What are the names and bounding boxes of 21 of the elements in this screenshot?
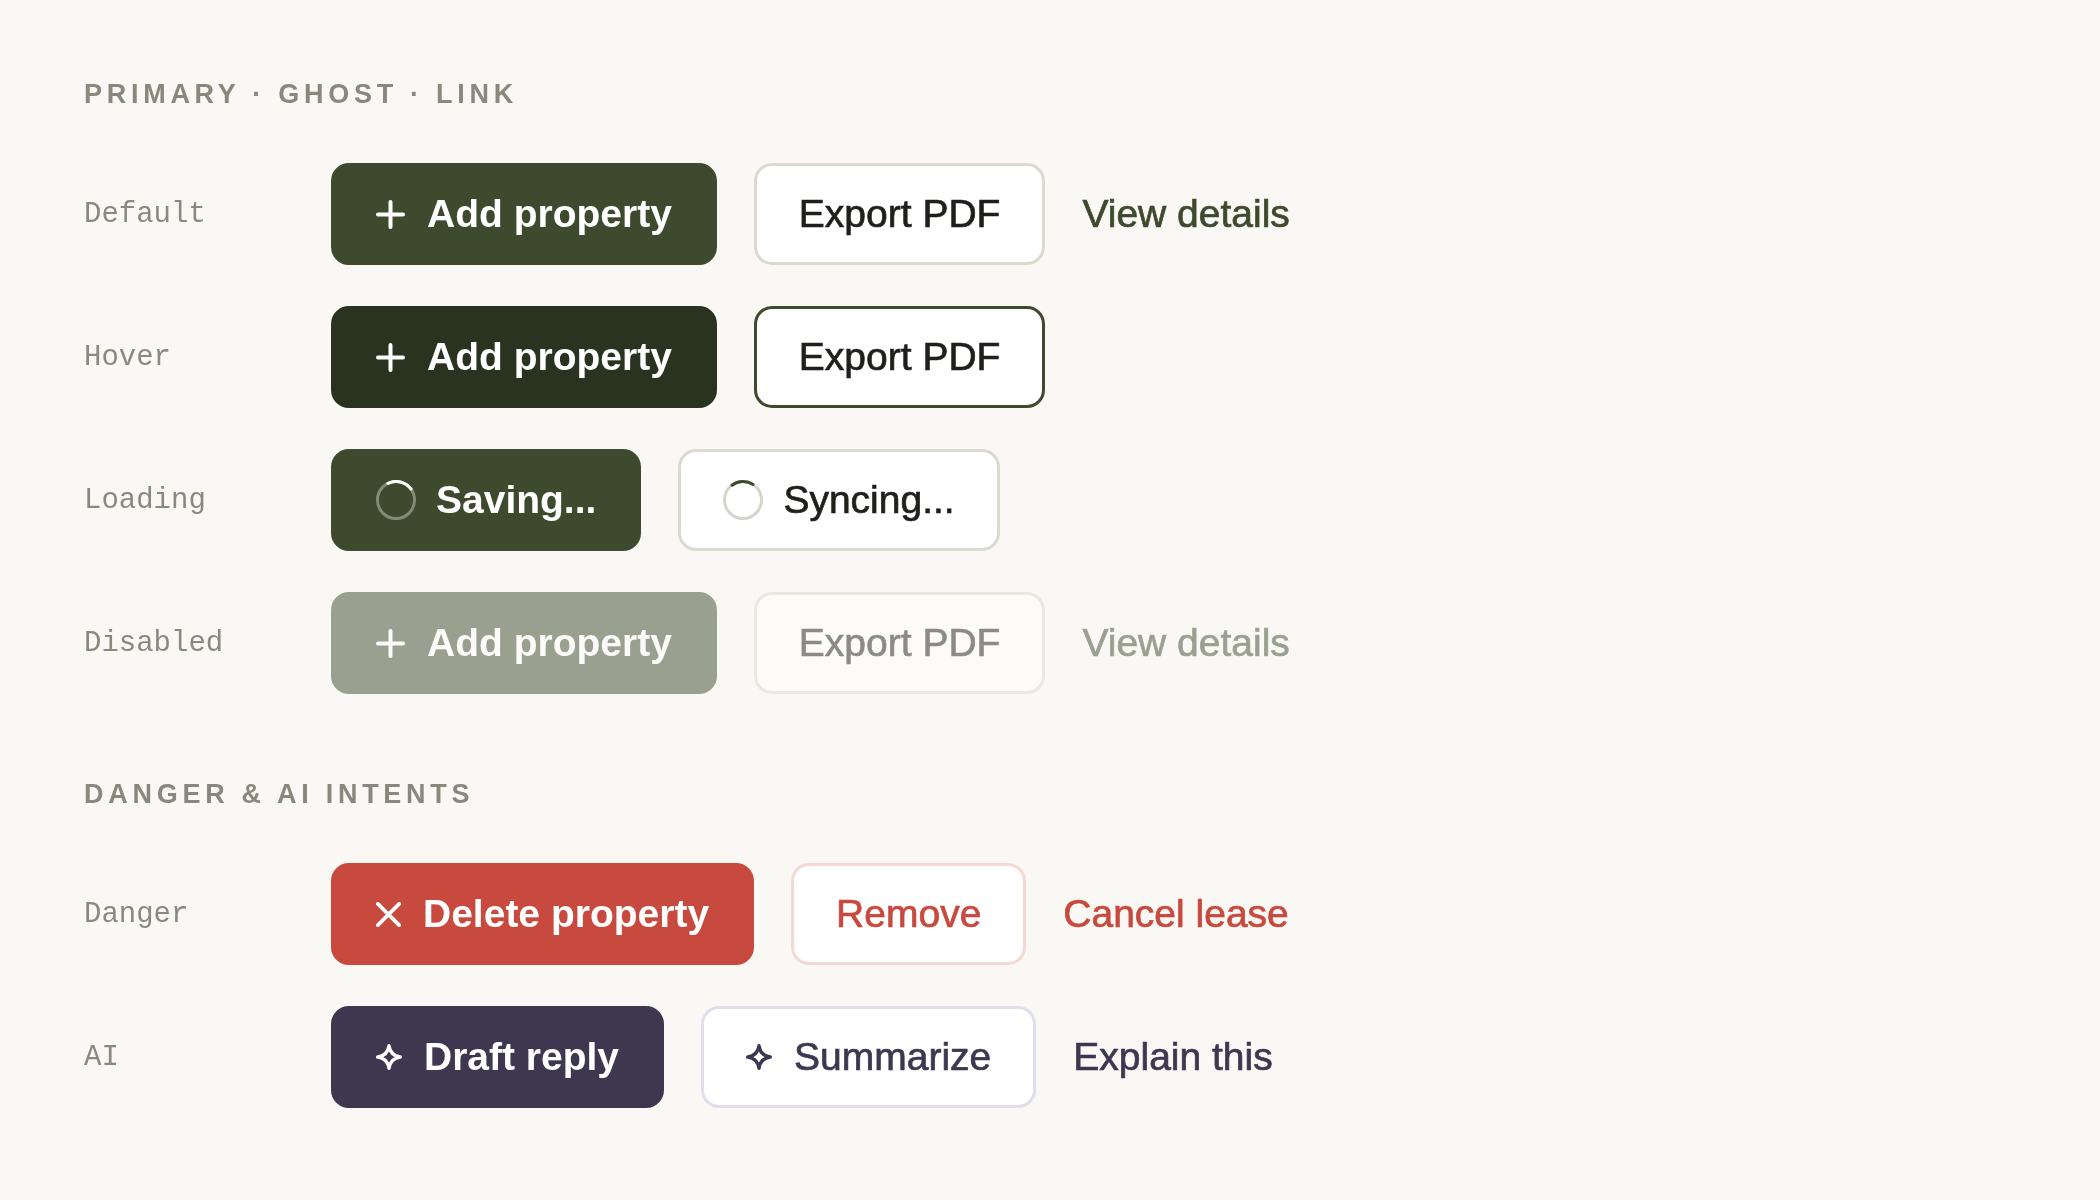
row-label: Loading bbox=[84, 483, 206, 517]
text-link[interactable]: Explain this bbox=[1073, 1035, 1273, 1079]
outline-button[interactable]: Export PDF bbox=[753, 306, 1046, 408]
row-label: Disabled bbox=[84, 626, 224, 660]
primary-button[interactable]: Draft reply bbox=[331, 1006, 665, 1108]
text-link[interactable]: Cancel lease bbox=[1063, 892, 1289, 936]
row-label: Danger bbox=[84, 897, 189, 931]
text-link[interactable]: View details bbox=[1082, 192, 1290, 236]
outline-button[interactable]: Summarize bbox=[701, 1006, 1037, 1108]
outline-button[interactable]: Export PDF bbox=[753, 163, 1046, 265]
primary-button[interactable]: Delete property bbox=[331, 863, 755, 965]
outline-button[interactable]: Syncing... bbox=[678, 449, 1000, 551]
outline-button[interactable]: Remove bbox=[791, 863, 1027, 965]
section-heading: DANGER & AI INTENTS bbox=[84, 780, 475, 808]
row-label: AI bbox=[84, 1040, 119, 1074]
primary-button[interactable]: Add property bbox=[331, 163, 717, 265]
primary-button[interactable]: Saving... bbox=[331, 449, 642, 551]
section-heading: PRIMARY · GHOST · LINK bbox=[84, 80, 518, 108]
row-label: Hover bbox=[84, 340, 171, 374]
row-label: Default bbox=[84, 197, 206, 231]
primary-button[interactable]: Add property bbox=[331, 306, 717, 408]
